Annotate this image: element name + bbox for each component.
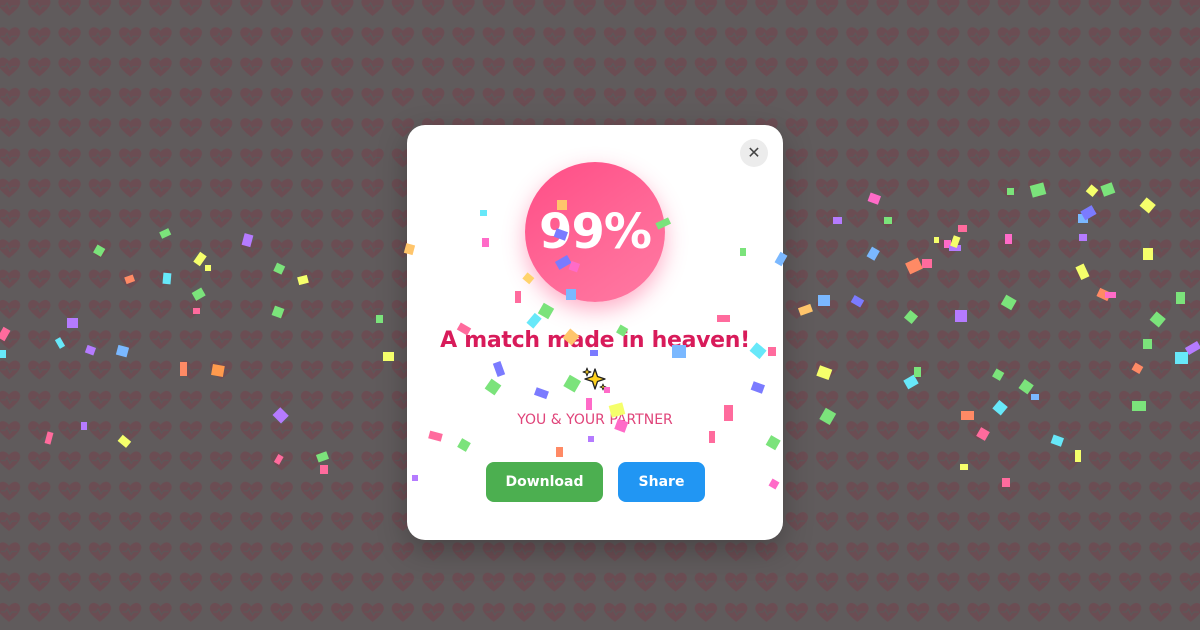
- close-button[interactable]: ✕: [740, 139, 768, 167]
- score-percentage: 99%: [539, 204, 652, 260]
- download-button[interactable]: Download: [486, 462, 603, 502]
- close-icon: ✕: [747, 143, 761, 162]
- match-result-modal: ✕ 99% A match made in heaven! YOU & YOUR…: [407, 125, 783, 540]
- couple-names: YOU & YOUR PARTNER: [517, 412, 673, 428]
- share-button[interactable]: Share: [618, 462, 705, 502]
- match-headline: A match made in heaven!: [440, 328, 750, 353]
- sparkles-icon: [582, 367, 607, 391]
- score-circle: 99%: [525, 162, 665, 302]
